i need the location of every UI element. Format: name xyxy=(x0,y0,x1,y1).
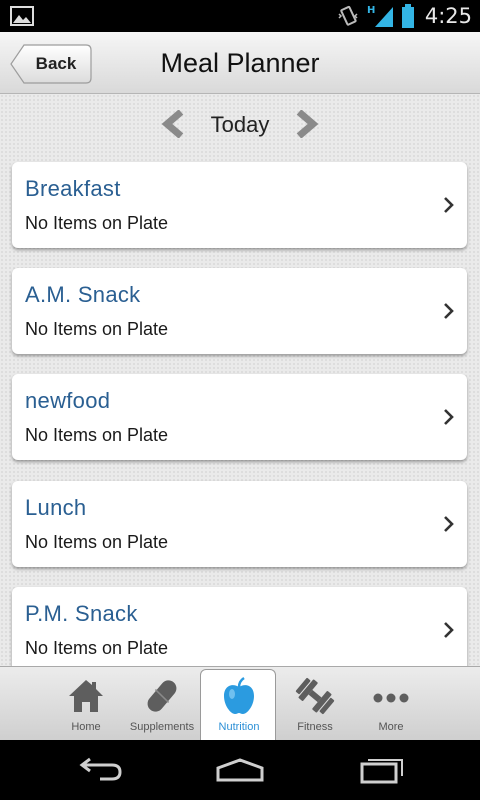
meal-card-newfood[interactable]: newfood No Items on Plate xyxy=(12,374,467,460)
title-bar: Meal Planner Back xyxy=(0,32,480,94)
meal-card-lunch[interactable]: Lunch No Items on Plate xyxy=(12,481,467,567)
vibrate-icon xyxy=(338,5,358,26)
chevron-right-icon xyxy=(444,197,454,213)
meal-name: Breakfast xyxy=(25,176,121,201)
date-navigator: Today xyxy=(0,94,480,156)
tab-more[interactable]: More xyxy=(353,670,429,738)
more-dots-icon xyxy=(373,693,409,703)
home-nav-icon[interactable] xyxy=(210,754,270,786)
meal-status: No Items on Plate xyxy=(25,319,169,339)
meal-list-area: Today Breakfast No Items on Plate A.M. S… xyxy=(0,94,480,666)
status-bar: H 4:25 xyxy=(0,0,480,32)
clock: 4:25 xyxy=(424,4,472,28)
pill-icon xyxy=(147,680,177,712)
meal-status: No Items on Plate xyxy=(25,425,169,445)
tab-home[interactable]: Home xyxy=(48,670,124,738)
meal-name: P.M. Snack xyxy=(25,601,138,626)
recent-apps-icon[interactable] xyxy=(352,754,412,786)
previous-day-arrow-icon[interactable] xyxy=(161,110,187,138)
tab-supplements[interactable]: Supplements xyxy=(124,670,200,738)
back-button-label: Back xyxy=(35,54,77,73)
battery-icon xyxy=(401,4,414,28)
apple-icon xyxy=(224,676,254,714)
chevron-right-icon xyxy=(444,409,454,425)
back-button[interactable]: Back xyxy=(10,44,92,84)
signal-icon: H xyxy=(367,5,393,27)
tab-fitness[interactable]: Fitness xyxy=(277,670,353,738)
bottom-tab-bar: Home Supplements Nutrition Fitness More xyxy=(0,666,480,740)
home-icon xyxy=(69,680,103,712)
gallery-icon xyxy=(10,6,34,26)
chevron-right-icon xyxy=(444,516,454,532)
meal-status: No Items on Plate xyxy=(25,213,169,233)
chevron-right-icon xyxy=(444,622,454,638)
meal-status: No Items on Plate xyxy=(25,638,169,658)
back-nav-icon[interactable] xyxy=(70,754,130,786)
system-nav-bar xyxy=(0,740,480,800)
meal-name: newfood xyxy=(25,388,111,413)
meal-status: No Items on Plate xyxy=(25,532,169,552)
network-type-label: H xyxy=(367,5,375,16)
tab-nutrition[interactable]: Nutrition xyxy=(200,669,276,740)
meal-name: A.M. Snack xyxy=(25,282,141,307)
chevron-right-icon xyxy=(444,303,454,319)
meal-card-pm-snack[interactable]: P.M. Snack No Items on Plate xyxy=(12,587,467,666)
next-day-arrow-icon[interactable] xyxy=(293,110,319,138)
meal-name: Lunch xyxy=(25,495,87,520)
tab-label: More xyxy=(378,721,404,733)
date-label: Today xyxy=(210,112,270,137)
meal-card-am-snack[interactable]: A.M. Snack No Items on Plate xyxy=(12,268,467,354)
meal-card-breakfast[interactable]: Breakfast No Items on Plate xyxy=(12,162,467,248)
dumbbell-icon xyxy=(295,677,335,715)
